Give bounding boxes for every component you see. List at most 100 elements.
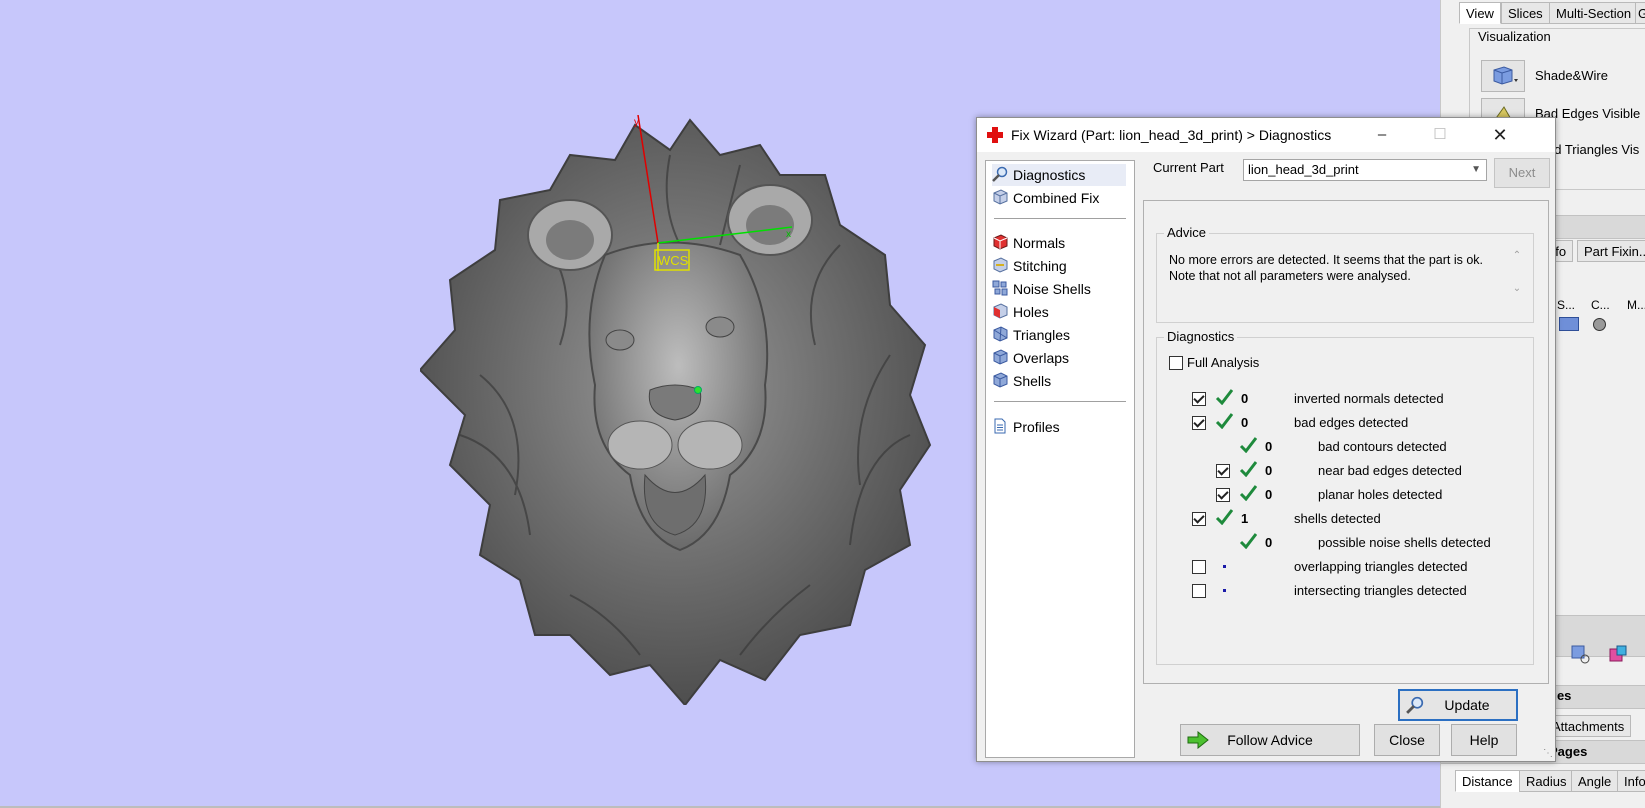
color-circle-icon[interactable]	[1593, 318, 1606, 331]
maximize-button[interactable]: ☐	[1417, 118, 1463, 152]
tab-radius[interactable]: Radius	[1519, 770, 1574, 792]
shell-cube-icon[interactable]	[1559, 317, 1579, 331]
nav-item-triangles[interactable]: Triangles	[992, 324, 1070, 346]
pending-dot-icon	[1223, 589, 1226, 592]
full-analysis-checkbox[interactable]	[1169, 356, 1183, 370]
noise-shells-icon	[992, 280, 1008, 296]
advice-text: No more errors are detected. It seems th…	[1169, 253, 1484, 283]
close-button[interactable]: Close	[1374, 724, 1440, 756]
tab-slices[interactable]: Slices	[1501, 2, 1550, 24]
stitching-icon	[993, 257, 1008, 273]
red-cross-icon	[987, 127, 1003, 143]
update-label: Update	[1444, 697, 1490, 713]
follow-advice-button[interactable]: Follow Advice	[1180, 724, 1360, 756]
cube-icon	[1493, 66, 1518, 85]
row-checkbox[interactable]	[1216, 488, 1230, 502]
tab-info-bottom[interactable]: Info	[1617, 770, 1645, 792]
nav-item-noise-shells[interactable]: Noise Shells	[992, 278, 1091, 300]
help-button[interactable]: Help	[1451, 724, 1517, 756]
tool-icon-2[interactable]	[1607, 643, 1629, 665]
col-header-s: S...	[1557, 298, 1576, 312]
tab-attachments[interactable]: Attachments	[1545, 715, 1632, 737]
nav-item-stitching[interactable]: Stitching	[992, 255, 1067, 277]
current-part-label: Current Part	[1153, 160, 1224, 175]
row-label: inverted normals detected	[1294, 391, 1444, 406]
row-checkbox[interactable]	[1192, 560, 1206, 574]
current-part-value: lion_head_3d_print	[1248, 162, 1359, 177]
lion-head-model[interactable]: WCS y x	[420, 115, 960, 705]
advice-group: Advice No more errors are detected. It s…	[1156, 225, 1534, 323]
check-icon	[1239, 461, 1257, 477]
fix-wizard-dialog: Fix Wizard (Part: lion_head_3d_print) > …	[976, 117, 1556, 762]
nav-divider	[994, 218, 1126, 219]
magnifier-icon	[1406, 696, 1424, 714]
nav-label: Holes	[1013, 304, 1049, 320]
minimize-button[interactable]: –	[1359, 118, 1405, 152]
nav-item-overlaps[interactable]: Overlaps	[992, 347, 1069, 369]
nav-label: Combined Fix	[1013, 190, 1100, 206]
row-label: bad edges detected	[1294, 415, 1409, 430]
nav-label: Stitching	[1013, 258, 1067, 274]
document-icon	[994, 418, 1006, 434]
row-checkbox[interactable]	[1192, 512, 1206, 526]
tool-icon-1[interactable]	[1569, 643, 1591, 665]
row-count: 0	[1265, 463, 1273, 478]
row-label: possible noise shells detected	[1318, 535, 1491, 550]
tab-distance[interactable]: Distance	[1455, 770, 1520, 792]
pivot-point	[694, 386, 702, 394]
row-count: 0	[1265, 535, 1273, 550]
nav-item-shells[interactable]: Shells	[992, 370, 1051, 392]
full-analysis-label: Full Analysis	[1187, 355, 1260, 370]
check-icon	[1215, 389, 1233, 405]
nav-item-combined-fix[interactable]: Combined Fix	[992, 187, 1099, 209]
y-axis-label: y	[634, 117, 639, 128]
tab-view[interactable]: View	[1459, 2, 1501, 24]
col-header-m: M...	[1627, 298, 1645, 312]
row-checkbox[interactable]	[1192, 584, 1206, 598]
close-window-button[interactable]: ✕	[1477, 118, 1523, 152]
advice-scrollbar[interactable]: ⌃ ⌄	[1509, 250, 1525, 306]
nav-divider	[994, 401, 1126, 402]
diagnostics-panel: Advice No more errors are detected. It s…	[1143, 200, 1549, 721]
nav-label: Shells	[1013, 373, 1052, 389]
nav-label: Triangles	[1013, 327, 1071, 343]
wizard-nav: Diagnostics Combined Fix Normals Stitchi…	[985, 160, 1135, 758]
diagnostics-group: Diagnostics Full Analysis 0 inverted nor…	[1156, 329, 1534, 665]
row-count: 0	[1265, 487, 1273, 502]
chevron-down-icon: ▼	[1471, 164, 1481, 175]
row-label: planar holes detected	[1318, 487, 1443, 502]
nav-item-holes[interactable]: Holes	[992, 301, 1049, 323]
pending-dot-icon	[1223, 565, 1226, 568]
holes-icon	[993, 303, 1008, 319]
resize-grip-icon[interactable]: ⋱	[1543, 749, 1553, 759]
tab-angle[interactable]: Angle	[1571, 770, 1619, 792]
row-checkbox[interactable]	[1192, 392, 1206, 406]
tab-g[interactable]: G	[1635, 2, 1645, 24]
x-axis-label: x	[786, 229, 791, 240]
nav-label: Normals	[1013, 235, 1066, 251]
nav-item-profiles[interactable]: Profiles	[992, 416, 1060, 438]
shade-wire-button[interactable]	[1481, 60, 1525, 92]
check-icon	[1215, 413, 1233, 429]
tab-part-fixing[interactable]: Part Fixin..	[1577, 240, 1645, 262]
update-button[interactable]: Update	[1398, 689, 1518, 721]
check-icon	[1215, 509, 1233, 525]
nav-item-normals[interactable]: Normals	[992, 232, 1065, 254]
row-checkbox[interactable]	[1192, 416, 1206, 430]
nav-label: Noise Shells	[1013, 281, 1091, 297]
row-label: overlapping triangles detected	[1294, 559, 1468, 574]
row-label: intersecting triangles detected	[1294, 583, 1467, 598]
row-checkbox[interactable]	[1216, 464, 1230, 478]
check-icon	[1239, 533, 1257, 549]
nav-label: Profiles	[1013, 419, 1060, 435]
row-label: bad contours detected	[1318, 439, 1447, 454]
nav-item-diagnostics[interactable]: Diagnostics	[992, 164, 1126, 186]
cube-icon	[993, 189, 1008, 205]
dialog-titlebar[interactable]: Fix Wizard (Part: lion_head_3d_print) > …	[977, 118, 1555, 152]
row-count: 0	[1241, 415, 1249, 430]
overlaps-icon	[993, 349, 1008, 365]
row-label: shells detected	[1294, 511, 1381, 526]
next-button[interactable]: Next	[1494, 158, 1550, 188]
current-part-select[interactable]: lion_head_3d_print ▼	[1243, 159, 1487, 181]
tab-multi-section[interactable]: Multi-Section	[1549, 2, 1639, 24]
